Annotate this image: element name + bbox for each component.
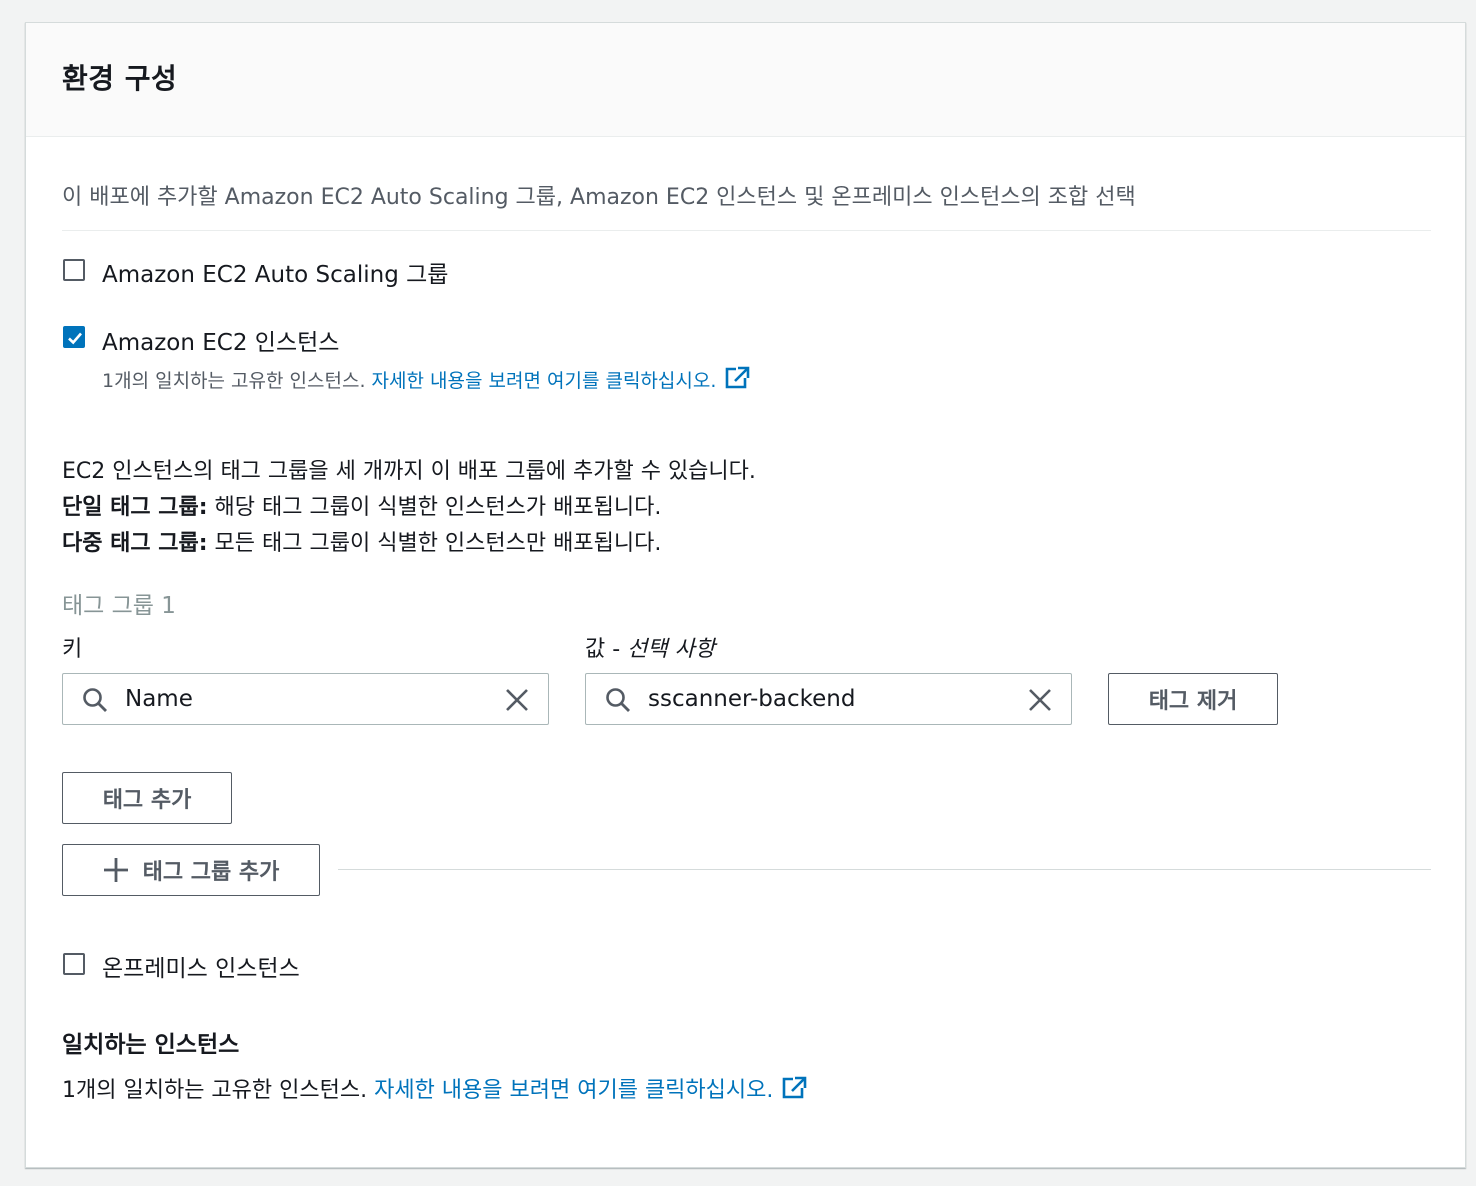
external-link-icon[interactable]	[781, 1076, 807, 1100]
value-label: 값 - 선택 사항	[585, 631, 715, 663]
ec2-checkbox[interactable]	[63, 326, 85, 348]
tag-group-info-line: EC2 인스턴스의 태그 그룹을 세 개까지 이 배포 그룹에 추가할 수 있습…	[62, 459, 756, 484]
value-label-prefix: 값 -	[585, 637, 628, 662]
divider	[338, 869, 1431, 870]
single-tag-group-info: 단일 태그 그룹: 해당 태그 그룹이 식별한 인스턴스가 배포됩니다.	[62, 489, 661, 521]
add-tag-group-button[interactable]: 태그 그룹 추가	[62, 844, 320, 896]
panel-header: 환경 구성	[26, 23, 1465, 137]
multi-tag-group-text: 모든 태그 그룹이 식별한 인스턴스만 배포됩니다.	[207, 531, 662, 556]
search-icon	[83, 688, 107, 712]
single-tag-group-text: 해당 태그 그룹이 식별한 인스턴스가 배포됩니다.	[207, 495, 662, 520]
add-tag-button[interactable]: 태그 추가	[62, 772, 232, 824]
remove-tag-button[interactable]: 태그 제거	[1108, 673, 1278, 725]
matching-instances-title: 일치하는 인스턴스	[62, 1032, 240, 1058]
asg-checkbox[interactable]	[63, 259, 85, 281]
check-icon	[68, 332, 82, 345]
asg-checkbox-label[interactable]: Amazon EC2 Auto Scaling 그룹	[102, 255, 448, 289]
tag-value-input[interactable]: sscanner-backend	[585, 673, 1072, 725]
matching-instances-info: 1개의 일치하는 고유한 인스턴스. 자세한 내용을 보려면 여기를 클릭하십시…	[62, 1072, 807, 1104]
ec2-match-link[interactable]: 자세한 내용을 보려면 여기를 클릭하십시오.	[372, 370, 717, 392]
panel-description: 이 배포에 추가할 Amazon EC2 Auto Scaling 그룹, Am…	[62, 185, 1136, 210]
ec2-checkbox-label[interactable]: Amazon EC2 인스턴스	[102, 323, 339, 357]
ec2-match-text: 1개의 일치하는 고유한 인스턴스.	[102, 370, 366, 392]
multi-tag-group-info: 다중 태그 그룹: 모든 태그 그룹이 식별한 인스턴스만 배포됩니다.	[62, 525, 661, 557]
matching-instances-text: 1개의 일치하는 고유한 인스턴스.	[62, 1078, 368, 1103]
onprem-checkbox[interactable]	[63, 953, 85, 975]
tag-value-value[interactable]: sscanner-backend	[648, 686, 855, 712]
multi-tag-group-label: 다중 태그 그룹:	[62, 531, 208, 556]
tag-group-title: 태그 그룹 1	[62, 593, 176, 619]
add-tag-group-label: 태그 그룹 추가	[142, 860, 280, 885]
tag-key-value[interactable]: Name	[125, 686, 193, 712]
single-tag-group-label: 단일 태그 그룹:	[62, 495, 208, 520]
clear-value-icon[interactable]	[1027, 687, 1053, 713]
external-link-icon[interactable]	[724, 366, 750, 390]
tag-key-input[interactable]: Name	[62, 673, 549, 725]
value-label-optional: 선택 사항	[627, 637, 716, 662]
onprem-checkbox-label[interactable]: 온프레미스 인스턴스	[102, 949, 300, 983]
divider	[62, 230, 1431, 231]
key-label: 키	[62, 637, 83, 662]
panel-title: 환경 구성	[62, 62, 178, 95]
clear-key-icon[interactable]	[504, 687, 530, 713]
ec2-match-info: 1개의 일치하는 고유한 인스턴스. 자세한 내용을 보려면 여기를 클릭하십시…	[102, 366, 750, 393]
environment-config-panel: 환경 구성 이 배포에 추가할 Amazon EC2 Auto Scaling …	[25, 22, 1466, 1168]
matching-instances-link[interactable]: 자세한 내용을 보려면 여기를 클릭하십시오.	[374, 1078, 773, 1103]
plus-icon	[103, 858, 128, 882]
search-icon	[606, 688, 630, 712]
